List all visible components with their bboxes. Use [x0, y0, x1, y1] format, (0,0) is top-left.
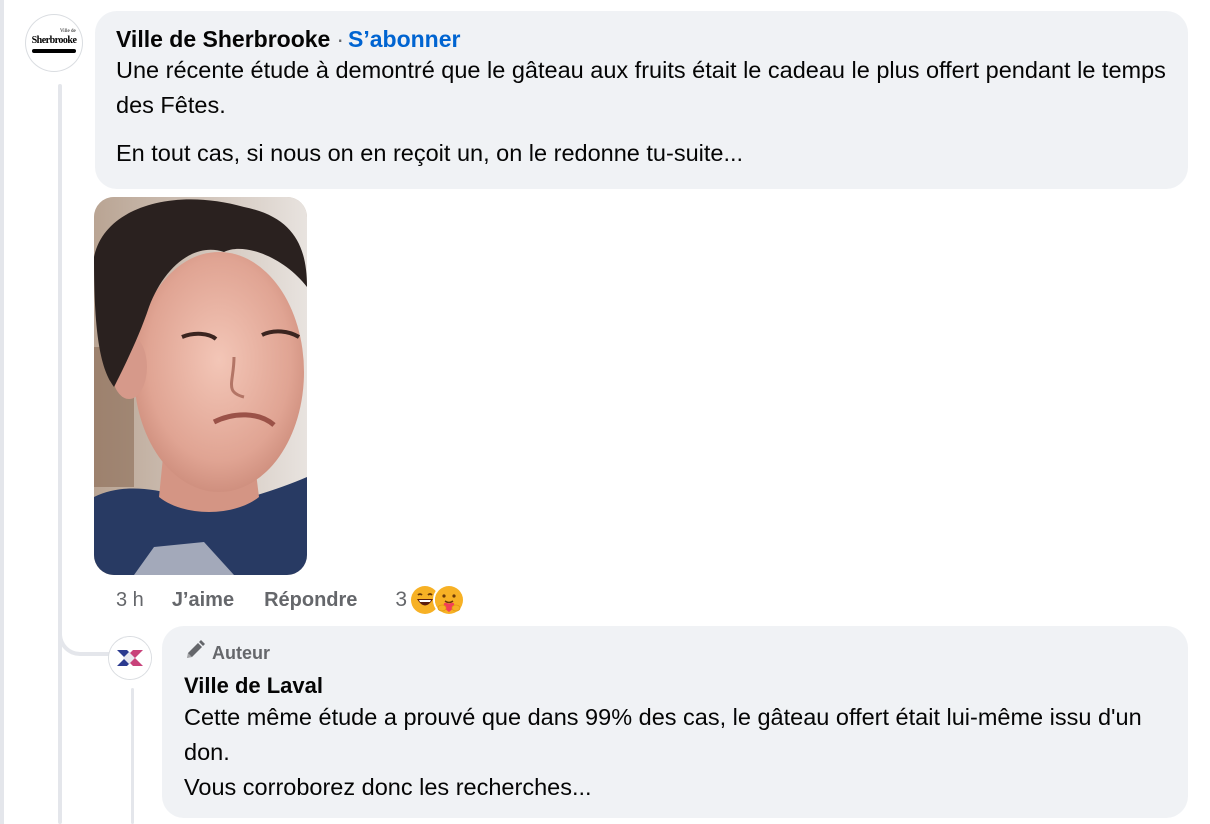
separator-dot: · — [336, 26, 344, 52]
thread-line — [58, 84, 62, 824]
reply-button[interactable]: Répondre — [264, 589, 357, 612]
comment-paragraph: En tout cas, si nous on en reçoit un, on… — [116, 140, 744, 166]
reply-thread-line — [131, 688, 134, 824]
gif-image[interactable] — [94, 197, 307, 575]
follow-button[interactable]: S’abonner — [348, 26, 460, 52]
reactions-summary[interactable]: 3 — [395, 584, 466, 616]
author-badge-label: Auteur — [212, 642, 270, 663]
comment-actions: 3 h J’aime Répondre 3 — [116, 584, 466, 616]
thread-connector — [58, 600, 110, 656]
logo-text: Sherbrooke — [31, 35, 77, 46]
author-badge: Auteur — [184, 639, 1166, 666]
comment-thread: Ville de Sherbrooke Ville de Sherbrooke ·… — [0, 0, 1210, 824]
comment-paragraph: Une récente étude à demontré que le gâte… — [116, 57, 1166, 118]
reaction-count: 3 — [395, 588, 408, 611]
logo-small-text: Ville de — [60, 29, 76, 34]
like-button[interactable]: J’aime — [172, 589, 234, 612]
reply-body: Cette même étude a prouvé que dans 99% d… — [184, 704, 1142, 800]
comment-header: Ville de Sherbrooke · S’abonner — [116, 25, 1167, 53]
care-emoji-icon — [433, 584, 466, 616]
comment-author[interactable]: Ville de Sherbrooke — [116, 26, 330, 52]
comment-body: Une récente étude à demontré que le gâte… — [116, 53, 1167, 171]
pencil-icon — [184, 639, 206, 666]
comment-timestamp[interactable]: 3 h — [116, 589, 144, 612]
sherbrooke-avatar[interactable]: Ville de Sherbrooke — [26, 15, 82, 71]
laval-logo-icon — [109, 637, 151, 679]
reply-bubble: Auteur Ville de Laval Cette même étude a… — [162, 626, 1188, 818]
logo-underline — [32, 49, 76, 53]
reply-author[interactable]: Ville de Laval — [184, 672, 1166, 700]
laval-avatar[interactable] — [109, 637, 151, 679]
gif-illustration — [94, 197, 307, 575]
left-edge-divider — [0, 0, 4, 824]
comment-bubble: Ville de Sherbrooke · S’abonner Une récent… — [95, 11, 1188, 189]
